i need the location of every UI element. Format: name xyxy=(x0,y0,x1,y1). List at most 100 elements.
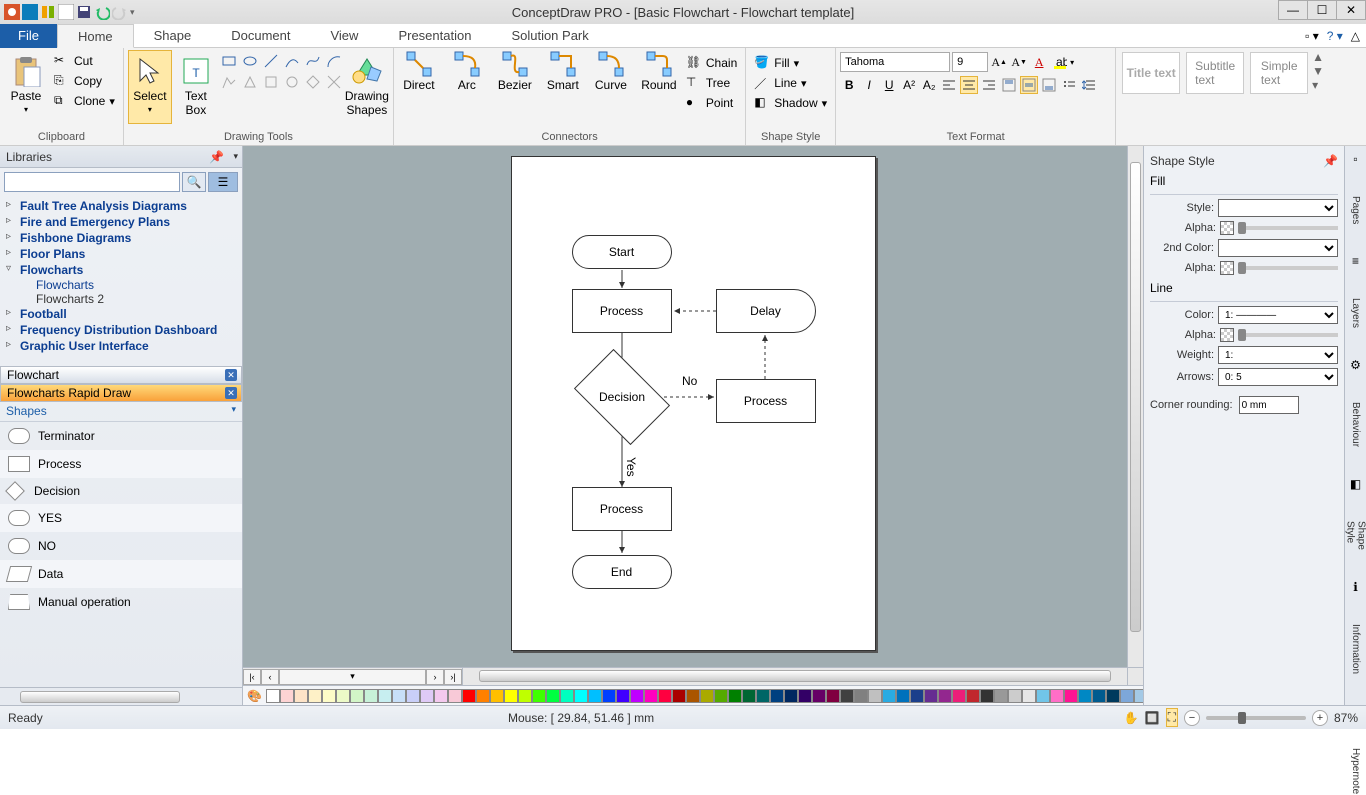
minimize-button[interactable]: — xyxy=(1278,0,1308,20)
tab-solution-park[interactable]: Solution Park xyxy=(491,24,608,48)
color-swatch[interactable] xyxy=(588,689,602,703)
connector-curve[interactable]: Curve xyxy=(590,50,632,92)
shape-manual[interactable]: Manual operation xyxy=(0,588,242,616)
tab-document[interactable]: Document xyxy=(211,24,310,48)
color-swatch[interactable] xyxy=(392,689,406,703)
shrink-font-button[interactable]: A▼ xyxy=(1010,53,1028,71)
color-swatch[interactable] xyxy=(714,689,728,703)
canvas-viewport[interactable]: No Yes Start Process Delay Decision Proc… xyxy=(243,146,1143,667)
tab-pages[interactable]: Pages xyxy=(1350,196,1361,224)
hand-tool-icon[interactable]: ✋ xyxy=(1124,711,1139,725)
color-swatch[interactable] xyxy=(280,689,294,703)
connector-smart[interactable]: Smart xyxy=(542,50,584,92)
color-swatch[interactable] xyxy=(322,689,336,703)
color-swatch[interactable] xyxy=(868,689,882,703)
zoom-in-button[interactable]: + xyxy=(1312,710,1328,726)
superscript-button[interactable]: A² xyxy=(900,76,918,94)
textbox-tool[interactable]: T Text Box xyxy=(174,50,218,124)
color-swatch[interactable] xyxy=(728,689,742,703)
tree-item[interactable]: Frequency Distribution Dashboard xyxy=(6,322,236,338)
connector-direct[interactable]: Direct xyxy=(398,50,440,92)
line-spacing-button[interactable] xyxy=(1080,76,1098,94)
flowchart-delay[interactable]: Delay xyxy=(716,289,816,333)
window-options-icon[interactable]: ▫ ▾ xyxy=(1305,29,1319,43)
line-alpha-slider[interactable] xyxy=(1238,333,1338,337)
bullets-button[interactable] xyxy=(1060,76,1078,94)
shapes-list[interactable]: Terminator Process Decision YES NO Data … xyxy=(0,422,242,687)
styles-more-icon[interactable]: ▾ xyxy=(1312,78,1324,92)
page-first[interactable]: |‹ xyxy=(243,669,261,685)
color-swatch[interactable] xyxy=(854,689,868,703)
color-swatch[interactable] xyxy=(770,689,784,703)
tree-button[interactable]: ⊤Tree xyxy=(682,74,741,92)
tool-ellipse[interactable] xyxy=(241,52,259,70)
alpha-check[interactable] xyxy=(1220,221,1234,235)
lib-tab-rapid-draw[interactable]: Flowcharts Rapid Draw✕ xyxy=(0,384,242,402)
tab-home[interactable]: Home xyxy=(57,24,134,48)
color-swatch[interactable] xyxy=(518,689,532,703)
tree-item-flowcharts[interactable]: Flowcharts xyxy=(6,262,236,278)
color-swatch[interactable] xyxy=(462,689,476,703)
cut-button[interactable]: ✂Cut xyxy=(50,52,119,70)
highlight-button[interactable]: ab xyxy=(1050,53,1068,71)
color-swatch[interactable] xyxy=(952,689,966,703)
tool-arc[interactable] xyxy=(325,52,343,70)
color-swatch[interactable] xyxy=(826,689,840,703)
page-next[interactable]: › xyxy=(426,669,444,685)
shape-terminator[interactable]: Terminator xyxy=(0,422,242,450)
fill-style-select[interactable] xyxy=(1218,199,1338,217)
color-swatch[interactable] xyxy=(910,689,924,703)
page-last[interactable]: ›| xyxy=(444,669,462,685)
color-swatch[interactable] xyxy=(1092,689,1106,703)
color-swatch[interactable] xyxy=(840,689,854,703)
tab-behaviour-icon[interactable]: ⚙ xyxy=(1350,358,1361,372)
align-center-button[interactable] xyxy=(960,76,978,94)
color-swatch[interactable] xyxy=(308,689,322,703)
color-swatch[interactable] xyxy=(434,689,448,703)
shape-process[interactable]: Process xyxy=(0,450,242,478)
second-alpha-slider[interactable] xyxy=(1238,266,1338,270)
color-swatch[interactable] xyxy=(420,689,434,703)
flowchart-process-1[interactable]: Process xyxy=(572,289,672,333)
color-swatch[interactable] xyxy=(448,689,462,703)
shapes-menu-icon[interactable]: ▾ xyxy=(231,404,236,415)
align-left-button[interactable] xyxy=(940,76,958,94)
panel-menu-icon[interactable]: ▾ xyxy=(233,151,238,162)
fit-page-icon[interactable]: ⛶ xyxy=(1166,708,1178,727)
tool-poly1[interactable] xyxy=(220,73,238,91)
connector-round[interactable]: Round xyxy=(638,50,680,92)
color-swatch[interactable] xyxy=(504,689,518,703)
qat-icon-1[interactable] xyxy=(22,4,38,20)
color-swatch[interactable] xyxy=(672,689,686,703)
tree-item[interactable]: Graphic User Interface xyxy=(6,338,236,354)
color-swatch[interactable] xyxy=(350,689,364,703)
color-swatch[interactable] xyxy=(686,689,700,703)
style-subtitle[interactable]: Subtitle text xyxy=(1186,52,1244,94)
color-swatch[interactable] xyxy=(938,689,952,703)
close-button[interactable]: ✕ xyxy=(1336,0,1366,20)
library-search-button[interactable]: 🔍 xyxy=(182,172,206,192)
color-swatch[interactable] xyxy=(476,689,490,703)
alpha-check[interactable] xyxy=(1220,328,1234,342)
copy-button[interactable]: ⎘Copy xyxy=(50,72,119,90)
font-size-select[interactable] xyxy=(952,52,988,72)
color-swatch[interactable] xyxy=(616,689,630,703)
color-swatch[interactable] xyxy=(1064,689,1078,703)
help-icon[interactable]: ? ▾ xyxy=(1327,29,1343,43)
close-icon[interactable]: ✕ xyxy=(225,369,237,381)
tree-item[interactable]: Fire and Emergency Plans xyxy=(6,214,236,230)
tool-line[interactable] xyxy=(262,52,280,70)
tab-layers[interactable]: Layers xyxy=(1350,298,1361,328)
paste-button[interactable]: Paste▾ xyxy=(4,50,48,124)
tool-poly6[interactable] xyxy=(325,73,343,91)
connector-arc[interactable]: Arc xyxy=(446,50,488,92)
library-view-button[interactable]: ☰ xyxy=(208,172,238,192)
style-simple[interactable]: Simple text xyxy=(1250,52,1308,94)
tab-shapestyle-icon[interactable]: ◧ xyxy=(1350,477,1361,491)
color-swatch[interactable] xyxy=(1050,689,1064,703)
color-swatch[interactable] xyxy=(546,689,560,703)
color-swatch[interactable] xyxy=(294,689,308,703)
color-swatch[interactable] xyxy=(1106,689,1120,703)
flowchart-start[interactable]: Start xyxy=(572,235,672,269)
qat-dropdown-icon[interactable]: ▾ xyxy=(130,4,146,20)
